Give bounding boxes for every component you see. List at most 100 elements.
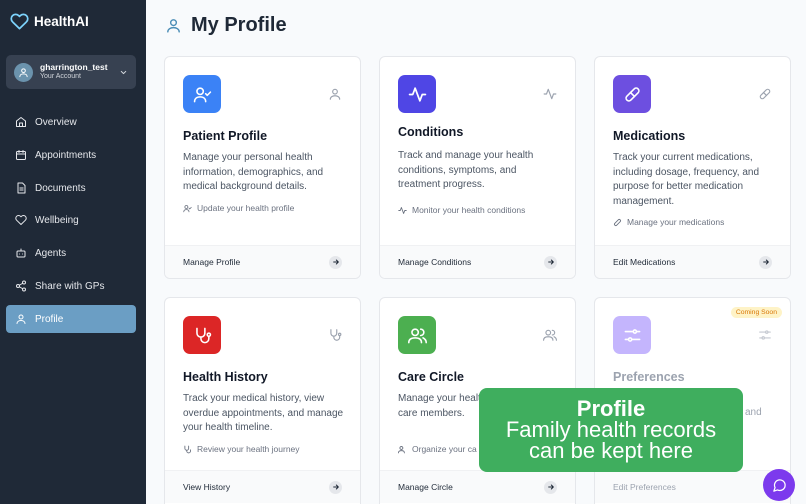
- card-title: Conditions: [398, 125, 464, 139]
- arrow-right-icon: [544, 480, 557, 494]
- activity-icon: [543, 88, 557, 100]
- user-icon: [16, 314, 26, 324]
- overlay-line-2: can be kept here: [529, 438, 693, 463]
- app-logo[interactable]: HealthAI: [10, 12, 89, 31]
- card-action-label: Manage Circle: [398, 482, 453, 492]
- users-icon: [407, 327, 427, 343]
- card-hint: Monitor your health conditions: [398, 205, 525, 215]
- account-switcher[interactable]: gharrington_test Your Account: [6, 55, 136, 89]
- card-medications: Medications Track your current medicatio…: [594, 56, 791, 279]
- card-icon-box: [613, 316, 651, 354]
- sidebar-item-wellbeing[interactable]: Wellbeing: [6, 206, 136, 234]
- account-username: gharrington_test: [40, 62, 108, 73]
- overlay-line-1: Family health records: [505, 417, 717, 442]
- card-hint-text: Manage your medications: [627, 217, 725, 227]
- card-title: Care Circle: [398, 370, 465, 384]
- user-icon: [329, 88, 341, 100]
- sliders-icon: [759, 330, 771, 340]
- stethoscope-icon: [330, 329, 342, 341]
- card-icon-box: [613, 75, 651, 113]
- avatar: [14, 62, 33, 82]
- chat-button[interactable]: [763, 469, 795, 501]
- card-hint: Manage your medications: [613, 217, 724, 227]
- card-icon-box: [398, 316, 436, 354]
- sidebar-item-label: Profile: [35, 313, 64, 325]
- manage-circle-button[interactable]: Manage Circle: [380, 470, 575, 503]
- users-icon: [398, 445, 405, 453]
- card-description: Track your medical history, view overdue…: [183, 393, 344, 433]
- edit-preferences-button[interactable]: Edit Preferences: [595, 470, 790, 503]
- sliders-icon: [624, 328, 640, 342]
- pill-icon: [614, 218, 621, 226]
- card-title: Health History: [183, 370, 268, 384]
- card-hint-text: Monitor your health conditions: [412, 205, 526, 215]
- sidebar-item-label: Agents: [35, 247, 67, 259]
- card-description: Track your current medications, includin…: [613, 152, 760, 207]
- sidebar: HealthAI gharrington_test Your Account O…: [0, 0, 146, 504]
- user-check-icon: [193, 86, 211, 102]
- overlay-title: Profile: [576, 396, 646, 421]
- card-hint-text: Update your health profile: [197, 203, 295, 213]
- card-patient-profile: Patient Profile Manage your personal hea…: [164, 56, 361, 279]
- card-title: Preferences: [613, 370, 685, 384]
- card-hint-text: Organize your ca: [412, 444, 477, 454]
- card-hint: Update your health profile: [183, 203, 294, 213]
- manage-profile-button[interactable]: Manage Profile: [165, 245, 360, 278]
- app-name: HealthAI: [34, 14, 89, 29]
- card-action-label: View History: [183, 482, 231, 492]
- bot-icon: [16, 248, 26, 258]
- card-action-label: Manage Profile: [183, 257, 241, 267]
- activity-icon: [398, 206, 407, 214]
- sidebar-item-label: Wellbeing: [35, 214, 79, 226]
- card-icon-box: [398, 75, 436, 113]
- coming-soon-badge: Coming Soon: [730, 307, 782, 318]
- user-check-icon: [183, 204, 192, 212]
- arrow-right-icon: [329, 255, 342, 269]
- page-header: My Profile: [165, 14, 287, 37]
- sidebar-item-label: Documents: [35, 182, 86, 194]
- user-icon: [19, 67, 28, 77]
- card-action-label: Edit Preferences: [613, 482, 676, 492]
- sidebar-item-profile[interactable]: Profile: [6, 305, 136, 333]
- activity-icon: [408, 86, 426, 102]
- edit-medications-button[interactable]: Edit Medications: [595, 245, 790, 278]
- sidebar-item-agents[interactable]: Agents: [6, 239, 136, 267]
- card-action-label: Edit Medications: [613, 257, 676, 267]
- sidebar-item-label: Appointments: [35, 149, 97, 161]
- stethoscope-icon: [184, 445, 191, 453]
- card-hint: Review your health journey: [183, 444, 300, 454]
- card-hint: Organize your ca: [398, 444, 477, 454]
- card-health-history: Health History Track your medical histor…: [164, 297, 361, 504]
- card-hint-text: Review your health journey: [197, 444, 300, 454]
- card-icon-box: [183, 316, 221, 354]
- share-icon: [16, 280, 26, 292]
- arrow-right-icon: [759, 255, 772, 269]
- card-title: Medications: [613, 129, 686, 143]
- user-icon: [167, 19, 180, 33]
- chat-bubble-icon: [772, 478, 786, 492]
- card-icon-box: [183, 75, 221, 113]
- home-icon: [16, 117, 26, 127]
- chevron-down-icon: [119, 68, 128, 77]
- document-icon: [17, 182, 26, 194]
- promo-overlay: Profile Family health records can be kep…: [479, 388, 743, 472]
- stethoscope-icon: [195, 327, 211, 343]
- pill-icon: [624, 86, 640, 102]
- sidebar-item-label: Share with GPs: [35, 280, 105, 292]
- manage-conditions-button[interactable]: Manage Conditions: [380, 245, 575, 278]
- card-conditions: Conditions Track and manage your health …: [379, 56, 576, 279]
- view-history-button[interactable]: View History: [165, 470, 360, 503]
- calendar-icon: [16, 150, 26, 160]
- card-description: Manage your personal health information,…: [183, 152, 324, 192]
- page-title: My Profile: [191, 14, 287, 36]
- heart-icon: [15, 214, 27, 225]
- card-action-label: Manage Conditions: [398, 257, 472, 267]
- sidebar-item-appointments[interactable]: Appointments: [6, 141, 136, 169]
- account-subtitle: Your Account: [40, 72, 81, 80]
- sidebar-item-overview[interactable]: Overview: [6, 108, 136, 136]
- sidebar-item-share-with-gps[interactable]: Share with GPs: [6, 272, 136, 300]
- arrow-right-icon: [329, 480, 342, 494]
- sidebar-item-documents[interactable]: Documents: [6, 174, 136, 202]
- card-description: Track and manage your health conditions,…: [398, 150, 534, 190]
- card-title: Patient Profile: [183, 129, 268, 143]
